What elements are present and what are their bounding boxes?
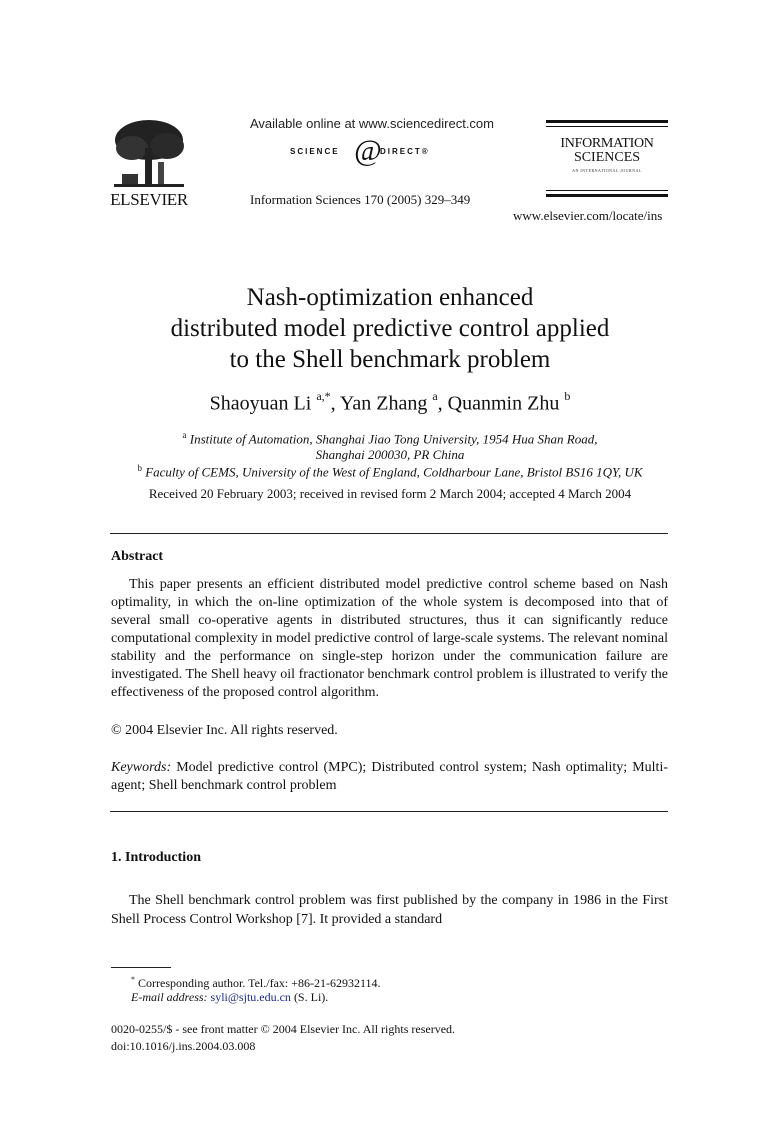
abstract-heading: Abstract bbox=[111, 549, 164, 564]
journal-logo-line1: INFORMATION bbox=[560, 136, 654, 151]
author-affiliation-mark[interactable]: a,* bbox=[316, 389, 330, 403]
email-link[interactable]: syli@sjtu.edu.cn bbox=[211, 990, 291, 1004]
keywords: Keywords: Model predictive control (MPC)… bbox=[111, 759, 668, 795]
elsevier-tree-icon bbox=[114, 120, 184, 187]
introduction-body: The Shell benchmark control problem was … bbox=[111, 893, 668, 927]
abstract-copyright: © 2004 Elsevier Inc. All rights reserved… bbox=[111, 723, 338, 738]
affiliation-mark: a bbox=[182, 430, 187, 440]
author-affiliation-mark[interactable]: a bbox=[432, 389, 437, 403]
affiliation-text: Institute of Automation, Shanghai Jiao T… bbox=[189, 431, 598, 447]
front-matter: 0020-0255/$ - see front matter © 2004 El… bbox=[111, 1022, 456, 1036]
elsevier-logo: ELSEVIER bbox=[108, 118, 190, 210]
affiliation-a: a Institute of Automation, Shanghai Jiao… bbox=[100, 427, 680, 463]
article-title: Nash-optimization enhanced distributed m… bbox=[100, 282, 680, 375]
logo-rule-top bbox=[546, 120, 668, 123]
abstract-body: This paper presents an efficient distrib… bbox=[111, 577, 668, 700]
author-name: Shaoyuan Li bbox=[209, 392, 312, 415]
logo-rule-top-thin bbox=[546, 126, 668, 127]
sciencedirect-logo: SCIENCE @ DIRECT® bbox=[290, 134, 450, 167]
sciencedirect-left-word: SCIENCE bbox=[290, 147, 340, 156]
affiliation-b: b Faculty of CEMS, University of the Wes… bbox=[100, 460, 680, 480]
divider bbox=[110, 533, 668, 534]
section-heading: 1. Introduction bbox=[111, 850, 201, 865]
author-name: Quanmin Zhu bbox=[447, 392, 560, 415]
author-name: Yan Zhang bbox=[339, 392, 428, 415]
footnote-mark: * bbox=[131, 975, 135, 984]
divider bbox=[110, 811, 668, 812]
email-label: E-mail address: bbox=[131, 990, 208, 1004]
publisher-name: ELSEVIER bbox=[110, 190, 188, 209]
email-suffix: (S. Li). bbox=[293, 990, 329, 1004]
available-online-text: Available online at www.sciencedirect.co… bbox=[250, 116, 494, 131]
journal-logo-line3: AN INTERNATIONAL JOURNAL bbox=[572, 168, 642, 173]
sciencedirect-at-icon: @ bbox=[354, 134, 382, 167]
affiliation-mark: b bbox=[137, 463, 142, 473]
received-dates: Received 20 February 2003; received in r… bbox=[148, 486, 632, 501]
keywords-list: Model predictive control (MPC); Distribu… bbox=[111, 760, 668, 793]
doi[interactable]: doi:10.1016/j.ins.2004.03.008 bbox=[111, 1038, 255, 1054]
logo-rule-bottom-thin bbox=[546, 190, 668, 191]
title-line: Nash-optimization enhanced bbox=[246, 284, 534, 311]
logo-rule-bottom bbox=[546, 194, 668, 197]
corresponding-text: Corresponding author. Tel./fax: +86-21-6… bbox=[138, 976, 381, 990]
author-affiliation-mark[interactable]: b bbox=[564, 389, 570, 403]
email-note: E-mail address: syli@sjtu.edu.cn (S. Li)… bbox=[131, 989, 328, 1005]
keywords-label: Keywords: bbox=[111, 760, 172, 775]
author-list: Shaoyuan Li a,*, Yan Zhang a, Quanmin Zh… bbox=[209, 389, 571, 415]
footnote-divider bbox=[111, 967, 171, 968]
journal-logo: INFORMATION SCIENCES AN INTERNATIONAL JO… bbox=[546, 120, 668, 197]
sciencedirect-right-word: DIRECT® bbox=[380, 147, 430, 156]
journal-reference: Information Sciences 170 (2005) 329–349 bbox=[250, 192, 471, 207]
title-line: distributed model predictive control app… bbox=[170, 315, 610, 342]
journal-logo-line2: SCIENCES bbox=[573, 150, 641, 165]
title-line: to the Shell benchmark problem bbox=[229, 346, 551, 373]
affiliation-text: Faculty of CEMS, University of the West … bbox=[145, 464, 643, 480]
journal-url[interactable]: www.elsevier.com/locate/ins bbox=[513, 208, 662, 224]
